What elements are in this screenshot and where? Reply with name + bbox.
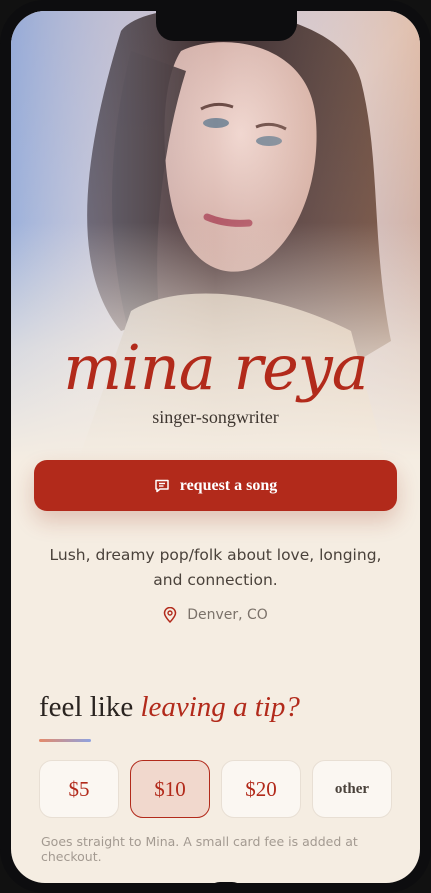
tip-option-20[interactable]: $20 xyxy=(221,760,301,818)
artist-subtitle: singer-songwriter xyxy=(152,407,279,427)
artist-bio: Lush, dreamy pop/folk about love, longin… xyxy=(49,546,382,589)
app-screen: mina reya singer-songwriter request a so… xyxy=(11,11,420,883)
message-icon xyxy=(154,478,170,494)
artist-location: Denver, CO xyxy=(11,606,420,624)
request-song-button[interactable]: request a song xyxy=(34,460,397,511)
tip-heading: feel like leaving a tip? xyxy=(39,691,300,724)
tip-heading-text: feel like xyxy=(39,691,141,723)
tip-option-10[interactable]: $10 xyxy=(130,760,210,818)
tip-heading-accent: leaving a tip? xyxy=(140,691,300,723)
artist-name: mina reya xyxy=(63,331,369,404)
tip-option-other[interactable]: other xyxy=(312,760,392,818)
tip-option-5[interactable]: $5 xyxy=(39,760,119,818)
tip-amount-options: $5 $10 $20 other xyxy=(39,760,392,820)
tip-fee-note: Goes straight to Mina. A small card fee … xyxy=(41,834,358,864)
phone-frame: mina reya singer-songwriter request a so… xyxy=(0,0,431,893)
location-label: Denver, CO xyxy=(187,607,268,623)
map-pin-icon xyxy=(163,606,177,624)
request-song-label: request a song xyxy=(179,476,278,494)
device-notch xyxy=(156,11,297,41)
tip-heading-underline xyxy=(39,739,91,742)
home-indicator xyxy=(206,882,246,883)
